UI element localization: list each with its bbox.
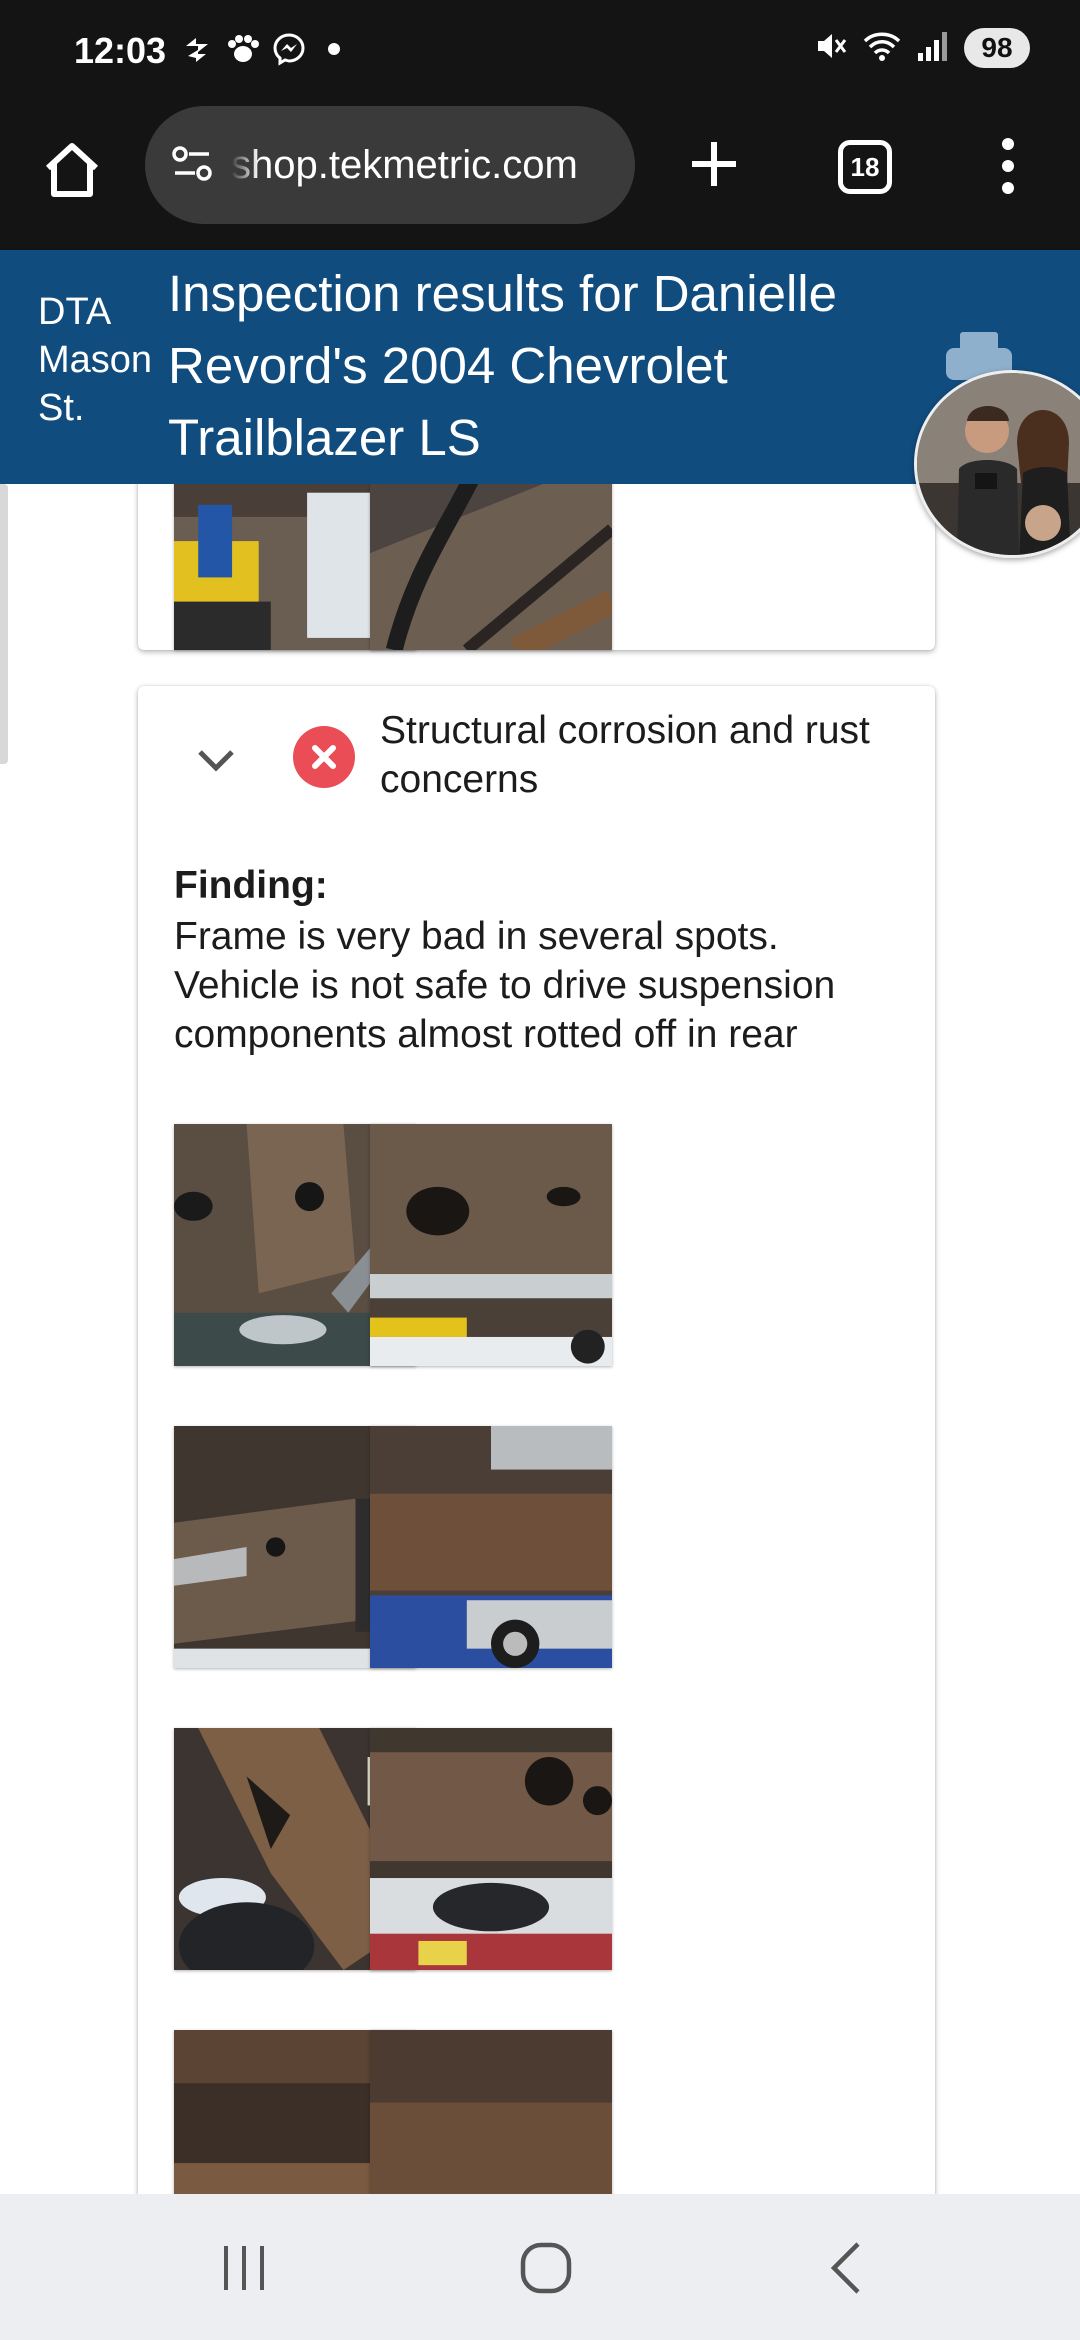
shop-name-line: St. bbox=[38, 387, 85, 429]
back-button[interactable] bbox=[818, 2238, 878, 2298]
status-system-icons: 98 bbox=[814, 28, 1030, 68]
page-title: Inspection results for Danielle Revord's… bbox=[168, 265, 838, 466]
status-bar: 12:03 98 bbox=[0, 0, 1080, 104]
shop-name: DTA Mason St. bbox=[38, 288, 178, 432]
notification-dot-icon bbox=[328, 43, 340, 55]
finding-text: Frame is very bad in several spots. Vehi… bbox=[174, 915, 836, 1056]
inspection-photo[interactable] bbox=[370, 484, 612, 650]
plus-icon bbox=[692, 142, 736, 186]
previous-concern-card bbox=[138, 484, 935, 650]
finding-label: Finding: bbox=[174, 864, 328, 907]
sync-icon bbox=[180, 32, 214, 66]
battery-indicator: 98 bbox=[964, 28, 1030, 68]
concern-card: Structural corrosion and rust concerns F… bbox=[138, 686, 935, 2194]
back-arrow-icon bbox=[830, 2242, 860, 2294]
fail-status-icon bbox=[293, 726, 355, 788]
address-bar[interactable]: shop.tekmetric.com bbox=[145, 106, 635, 224]
inspection-photo[interactable] bbox=[370, 1426, 612, 1668]
collapse-toggle[interactable] bbox=[194, 738, 238, 782]
home-nav-button[interactable] bbox=[516, 2238, 576, 2298]
status-notification-icons bbox=[180, 32, 340, 66]
screen: 12:03 98 shop.tekmetric.com 18 DTA Mason… bbox=[0, 0, 1080, 2340]
shop-name-line: Mason bbox=[38, 339, 153, 381]
concern-title: Structural corrosion and rust concerns bbox=[380, 709, 870, 801]
recents-icon bbox=[224, 2246, 264, 2290]
messenger-icon bbox=[272, 32, 306, 66]
chevron-down-icon bbox=[198, 750, 234, 772]
status-time: 12:03 bbox=[74, 30, 167, 71]
inspection-photo[interactable] bbox=[370, 1124, 612, 1366]
new-tab-button[interactable] bbox=[686, 136, 742, 192]
system-navigation-bar bbox=[0, 2194, 1080, 2340]
more-menu-button[interactable] bbox=[996, 134, 1020, 198]
paw-icon bbox=[226, 32, 260, 66]
more-vert-icon bbox=[1002, 138, 1014, 194]
home-icon bbox=[45, 143, 99, 197]
shop-name-line: DTA bbox=[38, 291, 112, 333]
close-icon bbox=[312, 745, 336, 769]
home-circle-icon bbox=[520, 2242, 572, 2294]
url-text[interactable]: shop.tekmetric.com bbox=[231, 143, 578, 188]
scroll-edge bbox=[0, 484, 8, 764]
browser-toolbar: shop.tekmetric.com 18 bbox=[0, 104, 1080, 250]
site-settings-icon[interactable] bbox=[167, 139, 219, 191]
tab-switcher-button[interactable]: 18 bbox=[838, 140, 892, 194]
inspection-content[interactable]: Structural corrosion and rust concerns F… bbox=[0, 484, 1080, 2194]
mute-icon bbox=[814, 29, 848, 68]
inspection-photo[interactable] bbox=[370, 2030, 612, 2194]
wifi-icon bbox=[862, 29, 902, 68]
inspection-photo[interactable] bbox=[370, 1728, 612, 1970]
signal-icon bbox=[916, 29, 950, 68]
recents-button[interactable] bbox=[214, 2238, 274, 2298]
home-button[interactable] bbox=[40, 138, 104, 202]
